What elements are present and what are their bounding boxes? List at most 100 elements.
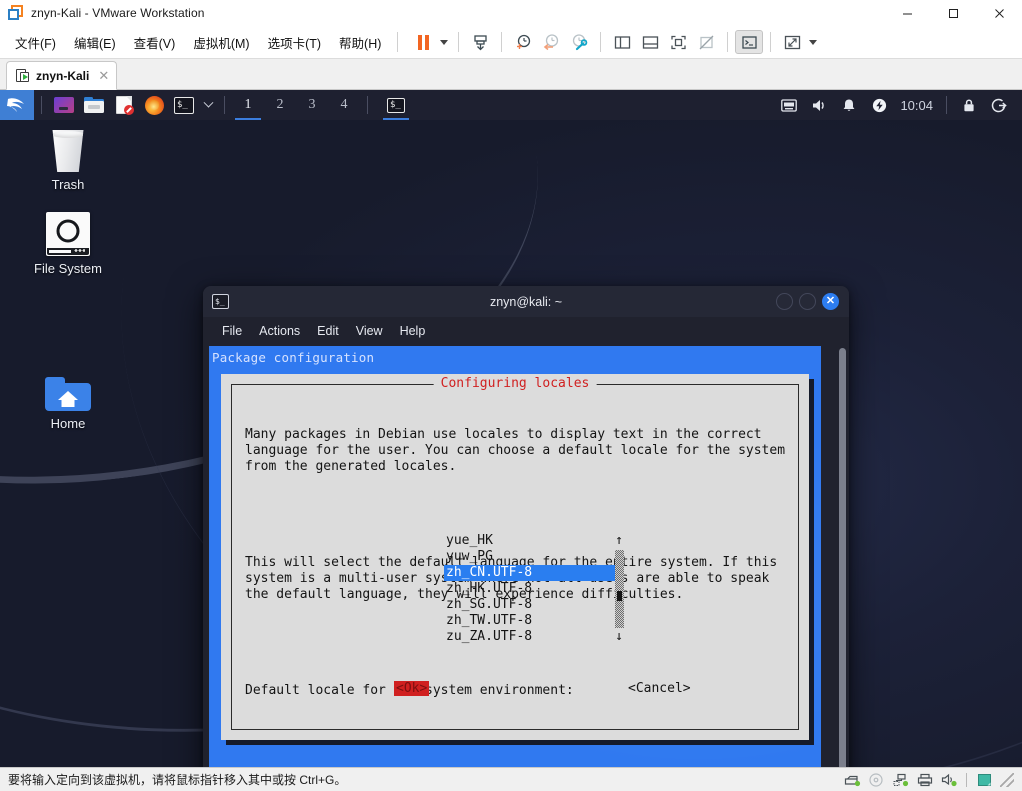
launcher-text-editor[interactable] (109, 90, 139, 120)
taskbar-terminal[interactable]: $_ (381, 94, 411, 120)
full-screen-button[interactable] (664, 30, 692, 54)
scroll-up-arrow-icon[interactable]: ↑ (615, 533, 623, 549)
revert-snapshot-button[interactable] (537, 30, 565, 54)
list-item-selected[interactable]: zh_CN.UTF-8 (444, 565, 619, 581)
workspace-1[interactable]: 1 (232, 90, 264, 120)
kali-dragon-icon (7, 98, 24, 112)
list-item[interactable]: zu_ZA.UTF-8 (444, 629, 624, 645)
toolbar-divider (501, 32, 503, 52)
vmware-menubar: 文件(F) 编辑(E) 查看(V) 虚拟机(M) 选项卡(T) 帮助(H) (0, 26, 1022, 59)
scrollbar-thumb[interactable] (839, 348, 846, 767)
lock-screen-icon[interactable] (954, 90, 984, 120)
show-library-button[interactable] (608, 30, 636, 54)
desktop-icon-file-system[interactable]: File System (14, 212, 122, 276)
minimize-button[interactable] (884, 0, 930, 26)
chevron-down-icon (809, 39, 818, 45)
logout-icon[interactable] (984, 90, 1014, 120)
display-icon[interactable] (976, 772, 993, 787)
take-snapshot-button[interactable] (509, 30, 537, 54)
maximize-button[interactable] (930, 0, 976, 26)
unity-mode-button[interactable] (692, 30, 720, 54)
menu-vm[interactable]: 虚拟机(M) (184, 29, 258, 56)
cd-dvd-icon[interactable] (868, 772, 885, 787)
clock[interactable]: 10:04 (894, 98, 939, 113)
printer-icon[interactable] (916, 772, 933, 787)
stretch-dropdown[interactable] (806, 30, 820, 54)
notifications-icon[interactable] (834, 90, 864, 120)
locale-list-scrollbar[interactable]: ↑ ↓ (613, 533, 625, 645)
launcher-firefox[interactable] (139, 90, 169, 120)
cancel-button[interactable]: <Cancel> (628, 681, 691, 696)
terminal-content[interactable]: KALI LINUX "the quieter you become, the … (203, 344, 849, 767)
panel-left-icon (614, 35, 631, 49)
terminal-menu-file[interactable]: File (215, 321, 249, 341)
manage-snapshots-button[interactable] (565, 30, 593, 54)
desktop-icon-label: File System (34, 261, 102, 276)
keyboard-layout-icon[interactable] (774, 90, 804, 120)
console-view-button[interactable] (735, 30, 764, 54)
clock-wrench-icon (572, 33, 588, 50)
window-controls (884, 0, 1022, 26)
launcher-file-manager[interactable] (79, 90, 109, 120)
power-dropdown[interactable] (437, 30, 451, 54)
tab-close-icon[interactable]: ✕ (98, 69, 109, 82)
guest-screen[interactable]: $_ 1 2 3 4 $_ 10:04 Trash File System Ho… (0, 90, 1022, 767)
launcher-gimp[interactable] (49, 90, 79, 120)
sound-card-icon[interactable] (940, 772, 957, 787)
list-item[interactable]: zh_SG.UTF-8 (444, 597, 624, 613)
workspace-3[interactable]: 3 (296, 90, 328, 120)
volume-icon[interactable] (804, 90, 834, 120)
dialog-title: Configuring locales (433, 376, 597, 391)
document-icon (116, 96, 134, 115)
desktop-icon-trash[interactable]: Trash (14, 130, 122, 192)
menu-tabs[interactable]: 选项卡(T) (259, 29, 330, 56)
tab-znyn-kali[interactable]: znyn-Kali ✕ (6, 61, 118, 90)
desktop-icon-label: Home (50, 416, 86, 431)
scrollbar-thumb[interactable] (616, 590, 622, 601)
pause-icon (417, 34, 429, 50)
show-thumbnail-bar-button[interactable] (636, 30, 664, 54)
launcher-terminal[interactable]: $_ (169, 90, 199, 120)
launcher-dropdown[interactable] (199, 90, 217, 120)
menu-file[interactable]: 文件(F) (6, 29, 65, 56)
maximize-button[interactable] (799, 293, 816, 310)
scrollbar-track[interactable] (614, 550, 624, 628)
terminal-window-title: znyn@kali: ~ (489, 294, 563, 309)
workspace-2[interactable]: 2 (264, 90, 296, 120)
list-item[interactable]: yuw_PG (444, 549, 624, 565)
terminal-menu-help[interactable]: Help (393, 321, 433, 341)
list-item[interactable]: zh_HK.UTF-8 (444, 581, 624, 597)
list-item[interactable]: yue_HK (444, 533, 624, 549)
network-adapter-icon[interactable] (892, 772, 909, 787)
terminal-icon (742, 35, 757, 49)
clock-plus-icon (516, 34, 531, 49)
terminal-menu-view[interactable]: View (349, 321, 390, 341)
menu-edit[interactable]: 编辑(E) (65, 29, 125, 56)
terminal-menu-actions[interactable]: Actions (252, 321, 307, 341)
suspend-button[interactable] (409, 30, 437, 54)
package-config-screen: KALI LINUX "the quieter you become, the … (209, 346, 821, 767)
terminal-menu-edit[interactable]: Edit (310, 321, 346, 341)
kali-menu-button[interactable] (0, 90, 34, 120)
stretch-guest-button[interactable] (778, 30, 806, 54)
drive-icon (46, 212, 90, 256)
terminal-titlebar[interactable]: $_ znyn@kali: ~ ✕ (203, 286, 849, 317)
menu-help[interactable]: 帮助(H) (330, 29, 390, 56)
terminal-scrollbar[interactable] (839, 348, 846, 767)
list-item[interactable]: zh_TW.UTF-8 (444, 613, 624, 629)
close-button[interactable] (976, 0, 1022, 26)
scroll-down-arrow-icon[interactable]: ↓ (615, 629, 623, 645)
hard-disk-icon[interactable] (844, 772, 861, 787)
vmware-workstation-window: znyn-Kali - VMware Workstation 文件(F) 编辑(… (0, 0, 1022, 791)
desktop-icon-home[interactable]: Home (14, 375, 122, 431)
close-button[interactable]: ✕ (822, 293, 839, 310)
power-icon[interactable] (864, 90, 894, 120)
minimize-button[interactable] (776, 293, 793, 310)
menu-view[interactable]: 查看(V) (125, 29, 185, 56)
snapshot-manager-button[interactable] (466, 30, 494, 54)
resize-grip[interactable] (1000, 772, 1014, 787)
ok-button[interactable]: <Ok> (394, 681, 430, 696)
dialog-frame: Configuring locales Many packages in Deb… (231, 376, 799, 730)
workspace-4[interactable]: 4 (328, 90, 360, 120)
locale-list[interactable]: yue_HK yuw_PG zh_CN.UTF-8 zh_HK.UTF-8 zh… (444, 533, 624, 645)
